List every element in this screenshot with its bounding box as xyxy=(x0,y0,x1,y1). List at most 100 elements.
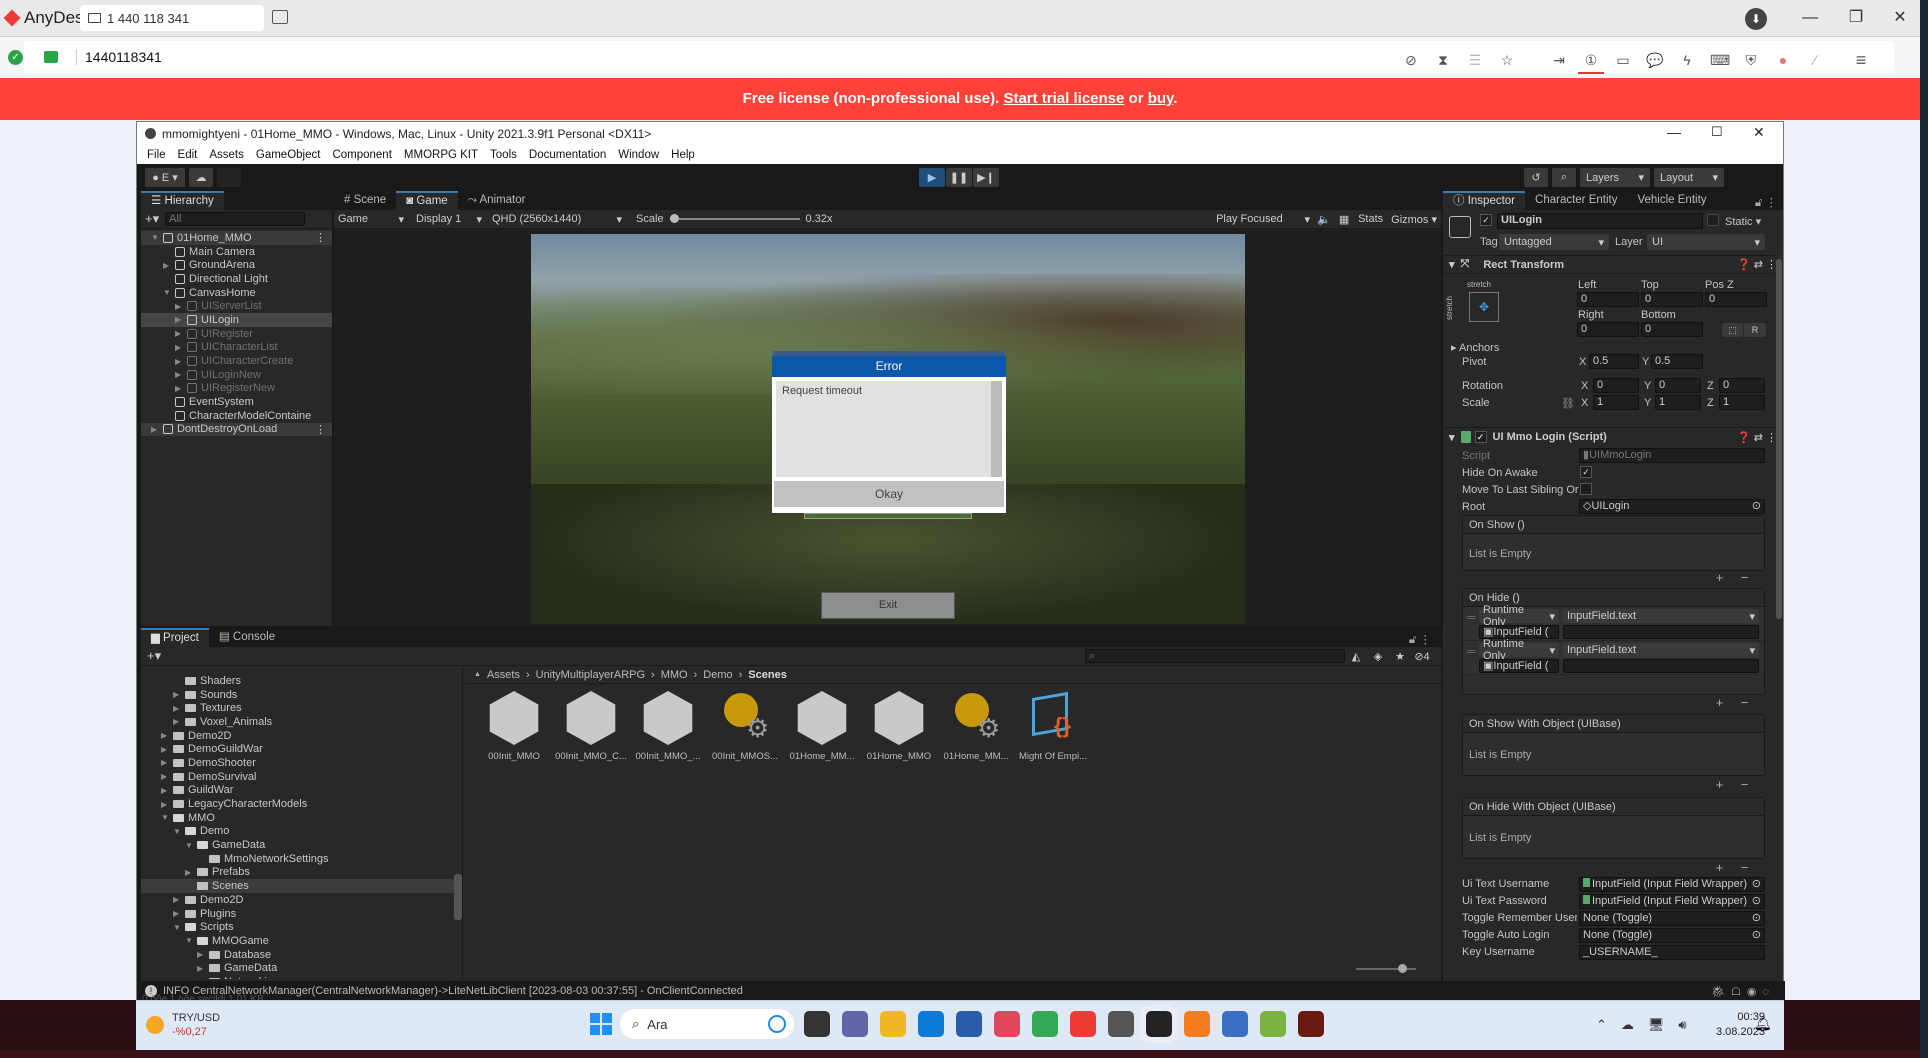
hierarchy-item[interactable]: ▶ UIRegister xyxy=(141,327,332,341)
menu-tools[interactable]: Tools xyxy=(490,149,517,161)
stats-button[interactable]: Stats xyxy=(1354,213,1387,225)
notification-icon[interactable]: 🔔︎ xyxy=(1754,1015,1772,1032)
inspector-scroll-thumb[interactable] xyxy=(1776,259,1782,619)
folder-item[interactable]: ▶ Networking xyxy=(141,975,462,979)
layer-dropdown[interactable]: UI ▾ xyxy=(1647,234,1765,250)
menu-window[interactable]: Window xyxy=(618,149,659,161)
asset-item[interactable]: 01Home_MM... xyxy=(784,691,860,762)
notepad-icon[interactable] xyxy=(1260,1011,1286,1037)
argument-field[interactable] xyxy=(1563,659,1759,673)
teams-icon[interactable] xyxy=(842,1011,868,1037)
expand-arrow-icon[interactable]: ▶ xyxy=(161,758,173,767)
lock-icon[interactable]: 🔓︎ ⋮ xyxy=(1755,195,1783,210)
anchors-foldout[interactable]: ▸ Anchors xyxy=(1451,341,1499,354)
draw-icon[interactable]: ∕ xyxy=(1806,51,1824,69)
tab-hierarchy[interactable]: ☰ Hierarchy xyxy=(141,191,224,210)
unity-close-button[interactable]: ✕ xyxy=(1753,124,1765,141)
expand-arrow-icon[interactable]: ▶ xyxy=(197,977,209,979)
tab-project[interactable]: ▆ Project xyxy=(141,628,209,647)
target-object-field[interactable]: ▣InputField (⊙ xyxy=(1479,625,1559,639)
expand-arrow-icon[interactable]: ▶ xyxy=(163,261,175,270)
expand-arrow-icon[interactable]: ▶ xyxy=(173,895,185,904)
object-picker-icon[interactable]: ⊙ xyxy=(1752,929,1764,942)
search-icon[interactable]: ⌕ xyxy=(1552,168,1576,187)
hierarchy-item[interactable]: ▶ UILogin xyxy=(141,313,332,327)
asset-item[interactable]: ⚙ 00Init_MMOS... xyxy=(707,691,783,762)
tab-vehicle-entity[interactable]: Vehicle Entity xyxy=(1627,191,1716,210)
breadcrumb-item[interactable]: Demo xyxy=(703,669,732,681)
add-event-button[interactable]: + xyxy=(1716,695,1724,710)
chrome-icon[interactable] xyxy=(1032,1011,1058,1037)
runtime-mode-dropdown[interactable]: Runtime Only ▾ xyxy=(1479,638,1559,662)
expand-arrow-icon[interactable]: ▼ xyxy=(163,288,175,297)
asset-item[interactable]: 00Init_MMO_C... xyxy=(553,691,629,762)
maximize-button[interactable]: ❐ xyxy=(1836,6,1876,30)
menu-assets[interactable]: Assets xyxy=(209,149,244,161)
scale-x-field[interactable]: 1 xyxy=(1593,395,1639,410)
expand-arrow-icon[interactable]: ▶ xyxy=(175,357,187,366)
folder-item[interactable]: ▶ Prefabs xyxy=(141,866,462,880)
hierarchy-item[interactable]: EventSystem xyxy=(141,395,332,409)
raw-edit-button[interactable]: R xyxy=(1744,323,1766,337)
expand-arrow-icon[interactable]: ▶ xyxy=(185,868,197,877)
show-hidden-icons[interactable]: ⌃ xyxy=(1596,1017,1607,1033)
function-dropdown[interactable]: InputField.text ▾ xyxy=(1563,643,1759,657)
resolution-dropdown[interactable]: QHD (2560x1440) ▾ xyxy=(488,213,628,226)
folder-item[interactable]: ▶ Voxel_Animals xyxy=(141,715,462,729)
scale-slider[interactable] xyxy=(669,214,800,223)
menu-component[interactable]: Component xyxy=(332,149,391,161)
scale-y-field[interactable]: 1 xyxy=(1655,395,1701,410)
scene-menu-icon[interactable]: ⋮ xyxy=(315,231,332,244)
expand-arrow-icon[interactable]: ▼ xyxy=(151,233,163,242)
tag-dropdown[interactable]: Untagged ▾ xyxy=(1499,234,1609,250)
session-tab[interactable]: 1 440 118 341 xyxy=(80,5,264,31)
asset-item[interactable]: {} Might Of Empi... xyxy=(1015,691,1091,762)
folder-item[interactable]: ▶ GuildWar xyxy=(141,784,462,798)
drag-handle-icon[interactable]: ═ xyxy=(1467,610,1476,624)
start-trial-link[interactable]: Start trial license xyxy=(1003,90,1124,107)
right-field[interactable]: 0 xyxy=(1577,322,1639,337)
star-icon[interactable]: ☆ xyxy=(1498,51,1516,69)
onedrive-icon[interactable]: ☁ xyxy=(1621,1017,1634,1033)
task-view-icon[interactable] xyxy=(804,1011,830,1037)
move-last-sibling-checkbox[interactable] xyxy=(1580,483,1592,495)
menu-mmorpg-kit[interactable]: MMORPG KIT xyxy=(404,149,478,161)
hierarchy-item[interactable]: ▶ GroundArena xyxy=(141,258,332,272)
expand-arrow-icon[interactable]: ▶ xyxy=(161,745,173,754)
menu-edit[interactable]: Edit xyxy=(178,149,198,161)
pause-button[interactable]: ❚❚ xyxy=(946,168,972,187)
store-icon[interactable] xyxy=(956,1011,982,1037)
active-checkbox[interactable]: ✓ xyxy=(1480,214,1492,226)
menu-help[interactable]: Help xyxy=(671,149,695,161)
top-field[interactable]: 0 xyxy=(1641,292,1703,307)
object-picker-icon[interactable]: ⊙ xyxy=(1752,500,1764,513)
privacy-icon[interactable]: ⊘ xyxy=(1402,51,1420,69)
hierarchy-item[interactable]: ▶ UIRegisterNew xyxy=(141,382,332,396)
project-search-input[interactable]: ⌕ xyxy=(1085,649,1345,663)
expand-arrow-icon[interactable]: ▶ xyxy=(197,950,209,959)
rotation-y-field[interactable]: 0 xyxy=(1655,378,1701,393)
drag-handle-icon[interactable]: ═ xyxy=(1467,644,1476,658)
layers-dropdown[interactable]: Layers ▾ xyxy=(1580,168,1650,187)
expand-arrow-icon[interactable]: ▶ xyxy=(173,717,185,726)
gizmos-dropdown[interactable]: Gizmos ▾ xyxy=(1387,213,1441,226)
network-tool-icon[interactable] xyxy=(1222,1011,1248,1037)
expand-arrow-icon[interactable]: ▶ xyxy=(151,425,163,434)
breadcrumb-item[interactable]: Assets xyxy=(487,669,520,681)
game-icon[interactable] xyxy=(1298,1011,1324,1037)
add-event-button[interactable]: + xyxy=(1716,570,1724,585)
tab-scene[interactable]: # Scene xyxy=(334,191,396,210)
exit-button[interactable]: Exit xyxy=(821,592,955,619)
target-object-field[interactable]: ▣InputField (⊙ xyxy=(1479,659,1559,673)
folder-item[interactable]: ▼ Demo xyxy=(141,825,462,839)
folder-item[interactable]: ▶ Plugins xyxy=(141,907,462,921)
argument-field[interactable] xyxy=(1563,625,1759,639)
unity-minimize-button[interactable]: — xyxy=(1667,124,1681,140)
expand-arrow-icon[interactable]: ▶ xyxy=(161,772,173,781)
expand-arrow-icon[interactable]: ▶ xyxy=(175,315,187,324)
unity-maximize-button[interactable]: ☐ xyxy=(1711,124,1723,140)
step-button[interactable]: ▶❙ xyxy=(973,168,999,187)
pivot-y-field[interactable]: 0.5 xyxy=(1651,354,1703,369)
folder-item[interactable]: Scenes xyxy=(141,879,462,893)
console-status-bar[interactable]: ! INFO CentralNetworkManager(CentralNetw… xyxy=(137,981,1785,1001)
